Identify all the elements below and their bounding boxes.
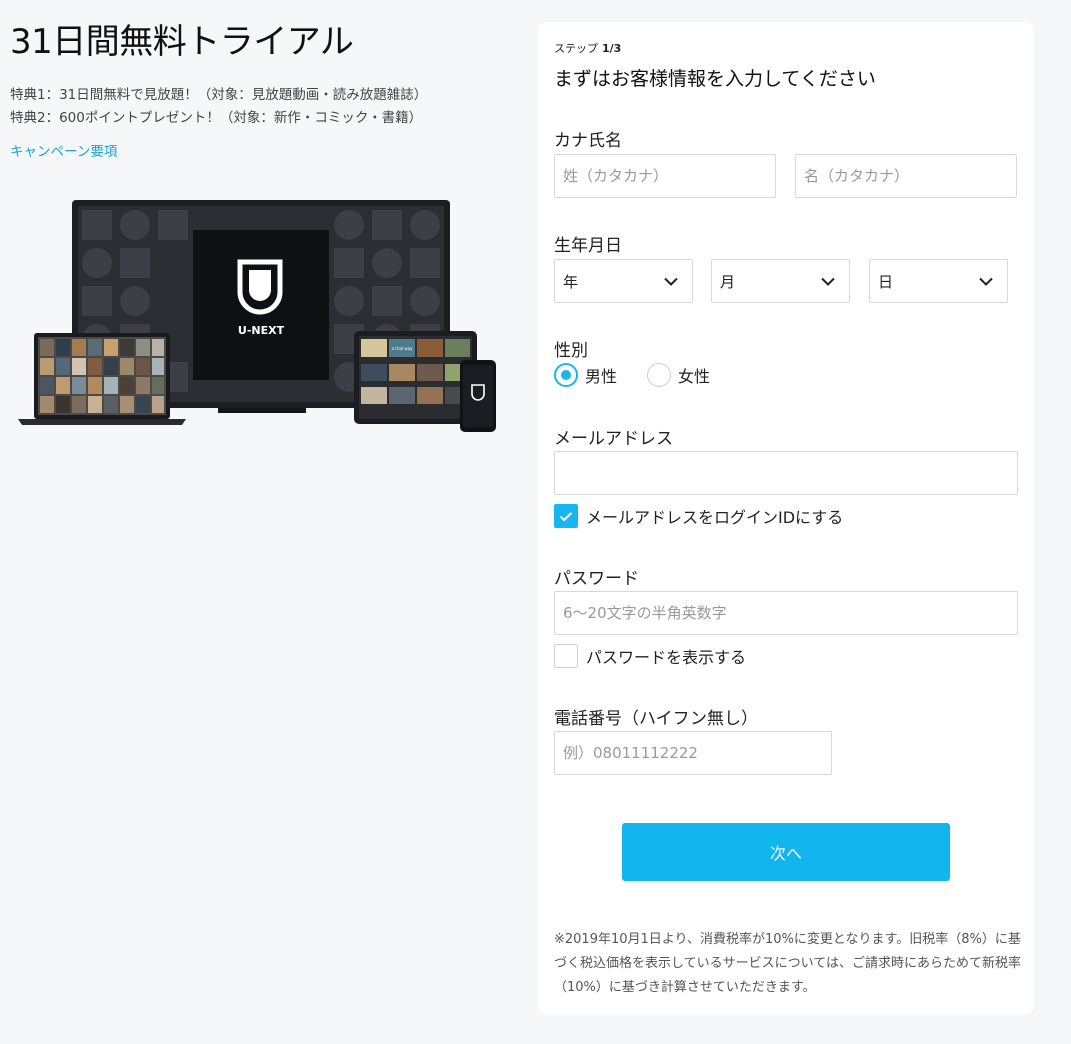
check-icon: [559, 511, 573, 521]
gender-female-option[interactable]: 女性: [647, 363, 710, 387]
birthdate-label: 生年月日: [554, 236, 622, 256]
password-field[interactable]: [554, 591, 1018, 635]
email-field[interactable]: [554, 451, 1018, 495]
devices-illustration: U-NEXT a trial way: [18, 200, 496, 432]
gender-female-radio[interactable]: [647, 363, 672, 387]
gender-radio-group: 男性 女性: [554, 363, 740, 387]
birth-year-select[interactable]: 年: [554, 259, 693, 303]
password-label: パスワード: [554, 569, 639, 589]
phone-field[interactable]: [554, 731, 832, 775]
promo-section: 31日間無料トライアル 特典1：31日間無料で見放題！（対象：見放題動画・読み放…: [10, 20, 510, 160]
gender-label: 性別: [554, 341, 588, 361]
show-password-checkbox[interactable]: [554, 644, 578, 668]
tablet-tile-text: a trial way: [392, 346, 414, 351]
gender-male-radio[interactable]: [554, 363, 578, 387]
chevron-down-icon: [664, 274, 678, 288]
birth-month-select[interactable]: 月: [711, 259, 850, 303]
phone-label: 電話番号（ハイフン無し）: [554, 709, 758, 729]
gender-female-label: 女性: [678, 367, 711, 386]
gender-male-label: 男性: [585, 367, 618, 386]
gender-male-option[interactable]: 男性: [554, 363, 617, 387]
u-next-logo-text: U-NEXT: [238, 324, 285, 337]
use-email-as-id-label: メールアドレスをログインIDにする: [586, 508, 844, 527]
birth-day-select[interactable]: 日: [869, 259, 1008, 303]
use-email-as-id-option[interactable]: メールアドレスをログインIDにする: [554, 504, 843, 528]
benefit-1: 特典1：31日間無料で見放題！（対象：見放題動画・読み放題雑誌）: [10, 87, 428, 103]
tax-notice: ※2019年10月1日より、消費税率が10%に変更となります。旧税率（8%）に基…: [554, 932, 1021, 995]
campaign-terms-link[interactable]: キャンペーン要項: [10, 140, 117, 160]
show-password-option[interactable]: パスワードを表示する: [554, 644, 746, 668]
kana-name-label: カナ氏名: [554, 131, 622, 151]
use-email-as-id-checkbox[interactable]: [554, 504, 578, 528]
page-title: 31日間無料トライアル: [10, 22, 354, 62]
last-name-kana-input[interactable]: [554, 154, 776, 198]
birth-year-value: 年: [563, 272, 579, 291]
benefit-list: 特典1：31日間無料で見放題！（対象：見放題動画・読み放題雑誌） 特典2：600…: [10, 84, 510, 130]
birth-month-value: 月: [720, 272, 736, 291]
step-indicator: ステップ 1/3: [554, 40, 621, 56]
show-password-label: パスワードを表示する: [586, 648, 747, 667]
first-name-kana-input[interactable]: [795, 154, 1017, 198]
step-label: ステップ: [554, 42, 598, 55]
registration-form: ステップ1/3 まずはお客様情報を入力してください カナ氏名 生年月日 年 月 …: [538, 22, 1034, 1014]
birth-day-value: 日: [878, 272, 894, 291]
step-value: 1/3: [602, 42, 622, 55]
form-heading: まずはお客様情報を入力してください: [554, 68, 876, 90]
benefit-2: 特典2：600ポイントプレゼント！（対象：新作・コミック・書籍）: [10, 110, 423, 126]
next-button[interactable]: 次へ: [622, 823, 950, 881]
chevron-down-icon: [821, 274, 835, 288]
chevron-down-icon: [979, 274, 993, 288]
email-label: メールアドレス: [554, 429, 673, 449]
